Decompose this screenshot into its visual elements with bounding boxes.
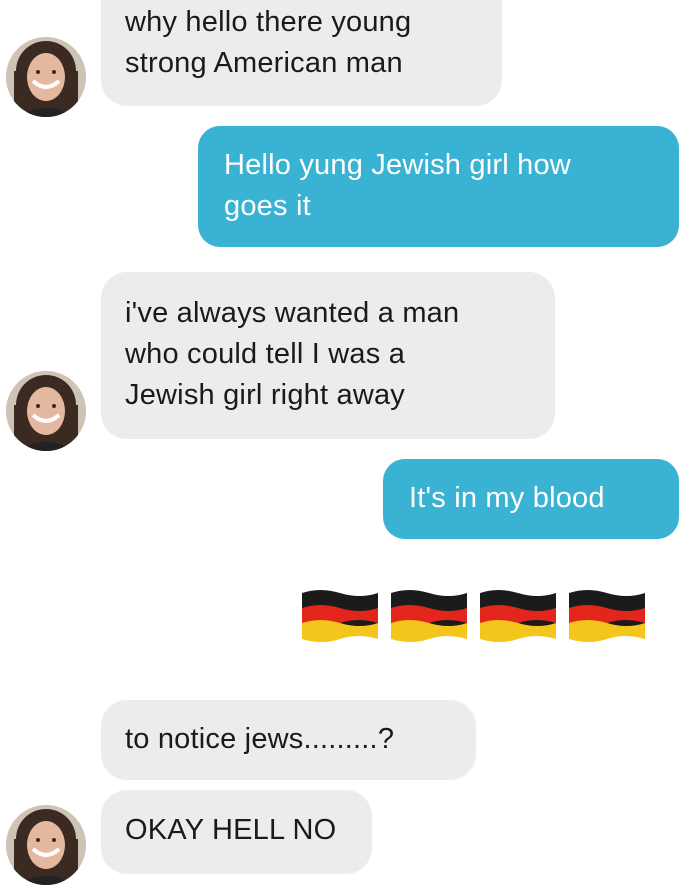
contact-avatar[interactable] bbox=[6, 371, 86, 451]
message-bubble-outgoing: Hello yung Jewish girl how goes it bbox=[198, 126, 679, 247]
avatar-photo-icon bbox=[6, 805, 86, 885]
message-text: who could tell I was a bbox=[125, 338, 406, 370]
message-text: Hello yung Jewish girl how bbox=[224, 149, 571, 181]
german-flag-icon bbox=[391, 590, 467, 642]
emoji-message bbox=[300, 587, 648, 643]
message-text: goes it bbox=[224, 190, 311, 222]
message-bubble-outgoing: It's in my blood bbox=[383, 459, 679, 539]
german-flag-icon bbox=[302, 590, 378, 642]
german-flag-icon bbox=[569, 590, 645, 642]
message-bubble-incoming: to notice jews.........? bbox=[101, 700, 476, 780]
message-text: why hello there young bbox=[125, 6, 412, 38]
contact-avatar[interactable] bbox=[6, 37, 86, 117]
message-text: strong American man bbox=[125, 47, 403, 79]
message-bubble-incoming: OKAY HELL NO bbox=[101, 790, 372, 874]
contact-avatar[interactable] bbox=[6, 805, 86, 885]
message-bubble-incoming: i've always wanted a man who could tell … bbox=[101, 272, 555, 439]
message-text: Jewish girl right away bbox=[125, 379, 405, 411]
message-text: OKAY HELL NO bbox=[125, 814, 337, 846]
german-flag-icon bbox=[480, 590, 556, 642]
message-text: It's in my blood bbox=[409, 482, 605, 514]
message-text: to notice jews.........? bbox=[125, 723, 395, 755]
message-bubble-incoming: why hello there young strong American ma… bbox=[101, 0, 502, 106]
avatar-photo-icon bbox=[6, 371, 86, 451]
message-text: i've always wanted a man bbox=[125, 297, 460, 329]
avatar-photo-icon bbox=[6, 37, 86, 117]
